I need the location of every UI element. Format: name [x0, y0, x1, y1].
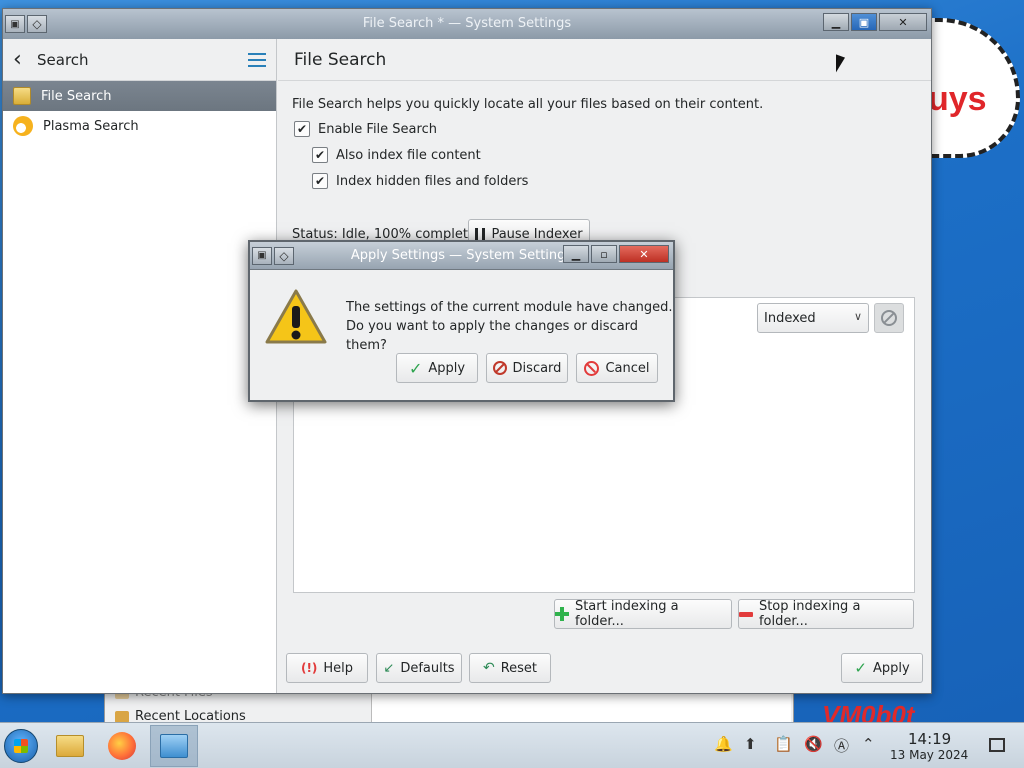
- checkbox-checked-icon[interactable]: ✔: [312, 173, 328, 189]
- dialog-titlebar[interactable]: ▣ ◇ Apply Settings — System Settings ▁ ▫…: [250, 242, 673, 270]
- minus-icon: [739, 611, 753, 617]
- window-titlebar[interactable]: ▣ ◇ File Search * — System Settings ▁ ▣ …: [3, 9, 931, 39]
- wallpaper-text: uys: [928, 80, 987, 118]
- mouse-cursor: [836, 54, 845, 76]
- block-icon: [881, 310, 897, 326]
- folder-icon: [115, 710, 129, 722]
- defaults-button[interactable]: ↙ Defaults: [376, 653, 462, 683]
- taskbar-system-settings[interactable]: [150, 725, 198, 767]
- warning-icon: [265, 289, 327, 344]
- index-file-content-checkbox[interactable]: ✔ Also index file content: [312, 147, 481, 163]
- apply-button[interactable]: ✓ Apply: [841, 653, 923, 683]
- folder-icon: [13, 87, 31, 105]
- chevron-up-icon[interactable]: ⌃: [862, 735, 875, 753]
- system-settings-icon: [160, 734, 188, 758]
- taskbar: 🔔 ⬆ 📋 🔇 Ⓐ ⌃ 14:19 13 May 2024: [0, 722, 1024, 768]
- checkbox-checked-icon[interactable]: ✔: [312, 147, 328, 163]
- show-desktop-icon[interactable]: [989, 738, 1005, 752]
- firefox-icon: [108, 732, 136, 760]
- plasma-search-icon: [13, 116, 33, 136]
- maximize-button[interactable]: ▫: [591, 245, 617, 263]
- discard-icon: [492, 361, 507, 375]
- dialog-discard-button[interactable]: Discard: [486, 353, 568, 383]
- start-menu-button[interactable]: [4, 729, 38, 763]
- minimize-button[interactable]: ▁: [563, 245, 589, 263]
- sidebar-item-file-search[interactable]: File Search: [3, 81, 276, 111]
- maximize-button[interactable]: ▣: [851, 13, 877, 31]
- index-mode-select[interactable]: Indexed ∨: [757, 303, 869, 333]
- sidebar-item-plasma-search[interactable]: Plasma Search: [3, 111, 276, 141]
- plus-icon: [555, 607, 569, 621]
- page-description: File Search helps you quickly locate all…: [292, 97, 764, 112]
- stop-indexing-folder-button[interactable]: Stop indexing a folder...: [738, 599, 914, 629]
- help-icon: (!): [300, 661, 318, 675]
- remove-folder-button[interactable]: [874, 303, 904, 333]
- checkbox-checked-icon[interactable]: ✔: [294, 121, 310, 137]
- apply-settings-dialog: ▣ ◇ Apply Settings — System Settings ▁ ▫…: [248, 240, 675, 402]
- minimize-button[interactable]: ▁: [823, 13, 849, 31]
- dialog-cancel-button[interactable]: Cancel: [576, 353, 658, 383]
- pause-icon: [475, 228, 486, 240]
- wallpaper-watermark: VM0b0t: [822, 700, 915, 722]
- help-button[interactable]: (!) Help: [286, 653, 368, 683]
- sidebar-header: ‹ Search: [3, 39, 276, 81]
- folder-icon: [56, 735, 84, 757]
- input-method-icon[interactable]: Ⓐ: [834, 735, 849, 756]
- page-title: File Search: [278, 39, 931, 81]
- sidebar-title: Search: [37, 50, 89, 69]
- checkmark-icon: ✓: [408, 358, 423, 378]
- cancel-icon: [584, 360, 600, 376]
- bg-place-recent-locations[interactable]: Recent Locations: [115, 709, 246, 722]
- taskbar-firefox[interactable]: [98, 725, 146, 767]
- sidebar-item-label: File Search: [41, 88, 112, 104]
- dialog-message: The settings of the current module have …: [346, 300, 673, 353]
- taskbar-file-manager[interactable]: [46, 725, 94, 767]
- close-button[interactable]: ✕: [879, 13, 927, 31]
- defaults-icon: ↙: [383, 660, 395, 676]
- sidebar: ‹ Search File Search Plasma Search: [3, 39, 277, 693]
- notifications-icon[interactable]: 🔔: [714, 735, 733, 753]
- update-icon[interactable]: ⬆: [744, 735, 757, 753]
- back-arrow-icon[interactable]: ‹: [13, 47, 37, 72]
- dialog-apply-button[interactable]: ✓ Apply: [396, 353, 478, 383]
- volume-muted-icon[interactable]: 🔇: [804, 735, 823, 753]
- clock-time[interactable]: 14:19: [908, 730, 951, 748]
- checkmark-icon: ✓: [854, 659, 867, 677]
- enable-file-search-checkbox[interactable]: ✔ Enable File Search: [294, 121, 437, 137]
- clipboard-icon[interactable]: 📋: [774, 735, 793, 753]
- close-button[interactable]: ✕: [619, 245, 669, 263]
- clock-date[interactable]: 13 May 2024: [890, 748, 968, 762]
- chevron-down-icon: ∨: [853, 310, 862, 323]
- start-indexing-folder-button[interactable]: Start indexing a folder...: [554, 599, 732, 629]
- window-title: File Search * — System Settings: [362, 16, 572, 31]
- index-hidden-files-checkbox[interactable]: ✔ Index hidden files and folders: [312, 173, 528, 189]
- hamburger-menu-icon[interactable]: [248, 52, 266, 67]
- reset-icon: ↶: [482, 660, 495, 676]
- sidebar-item-label: Plasma Search: [43, 118, 139, 134]
- reset-button[interactable]: ↶ Reset: [469, 653, 551, 683]
